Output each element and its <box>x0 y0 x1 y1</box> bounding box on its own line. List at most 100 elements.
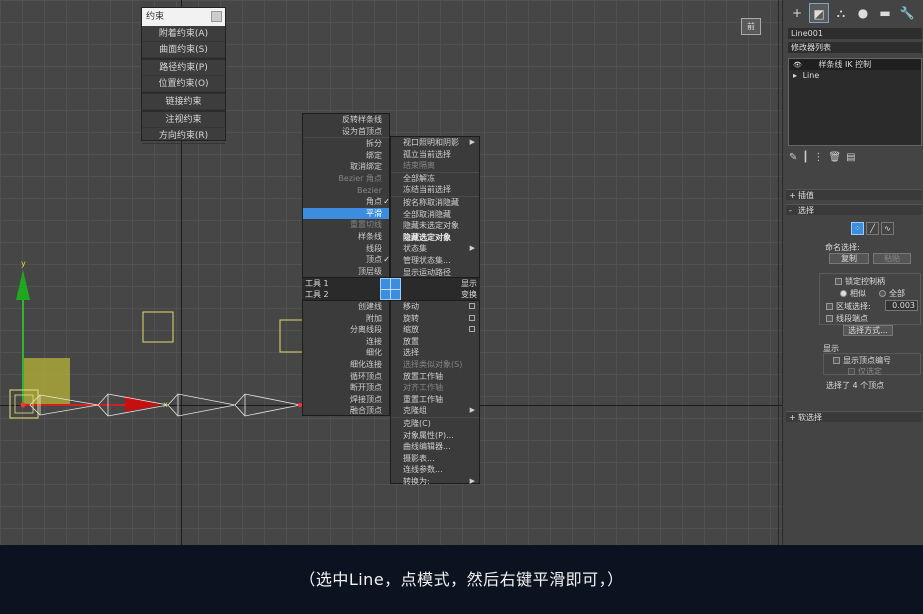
constraint-item-orientation[interactable]: 方向约束(R) <box>142 128 225 144</box>
similar-radio[interactable] <box>840 290 847 297</box>
quad-transform-item[interactable]: 放置工作轴 <box>391 371 479 383</box>
remove-modifier-icon[interactable]: 🗑 <box>828 152 841 166</box>
quad-transform-item[interactable]: 选择 <box>391 347 479 359</box>
quad-display-item[interactable]: 孤立当前选择 <box>391 149 479 161</box>
plus-icon[interactable]: + <box>787 3 807 23</box>
paste-button[interactable]: 粘贴 <box>873 253 911 264</box>
quad-transform-item[interactable]: 缩放 <box>391 324 479 336</box>
rollout-interpolation[interactable]: + 插值 <box>786 189 922 200</box>
quad-tools1-item[interactable]: 反转样条线 <box>303 114 389 126</box>
hierarchy-icon[interactable]: ⛬ <box>831 3 851 23</box>
quad-tools1-item[interactable]: Bezier 角点 <box>303 173 389 185</box>
vertex-point-1[interactable] <box>20 402 26 408</box>
stack-item-spline-ik[interactable]: 👁 样条线 IK 控制 <box>789 59 921 70</box>
constraint-item-link[interactable]: 链接约束 <box>142 94 225 110</box>
quad-display-item[interactable]: 冻结当前选择 <box>391 184 479 196</box>
quad-display-item[interactable]: 显示运动路径 <box>391 267 479 279</box>
eye-icon[interactable]: 👁 <box>793 61 802 69</box>
quad-transform-item[interactable]: 重置工作轴 <box>391 394 479 406</box>
segment-end-checkbox[interactable] <box>826 315 833 322</box>
viewport-front[interactable]: 前 y x 约束 附着约束(A) 曲面约束(S) 路径约束(P) 位置约束(O)… <box>0 0 782 545</box>
quad-transform-item[interactable]: 旋转 <box>391 313 479 325</box>
constraint-item-surface[interactable]: 曲面约束(S) <box>142 42 225 58</box>
quad-tools2-item[interactable]: 连接 <box>303 336 389 348</box>
all-radio[interactable] <box>879 290 886 297</box>
modifier-list-dropdown[interactable]: 修改器列表 <box>788 42 922 53</box>
quad-tools1-item[interactable]: 绑定 <box>303 150 389 162</box>
constraint-menu-title[interactable]: 约束 <box>142 8 225 26</box>
constraint-item-path[interactable]: 路径约束(P) <box>142 60 225 76</box>
spline-helper-2[interactable] <box>279 319 305 353</box>
quad-tools2-item[interactable]: 循环顶点 <box>303 371 389 383</box>
quad-transform-item[interactable]: 对齐工作轴 <box>391 382 479 394</box>
quad-tools2-item[interactable]: 断开顶点 <box>303 382 389 394</box>
utilities-icon[interactable]: 🔧 <box>897 3 917 23</box>
quad-transform-item[interactable]: 转换为: ▶ <box>391 476 479 488</box>
quad-display-item[interactable]: 管理状态集... <box>391 255 479 267</box>
spline-helper-1[interactable] <box>142 311 174 343</box>
object-name-field[interactable]: Line001 <box>788 28 922 39</box>
quad-transform-item[interactable]: 曲线编辑器... <box>391 441 479 453</box>
quad-tools1-item[interactable]: 样条线 <box>303 231 389 243</box>
quad-display-item[interactable]: 状态集 ▶ <box>391 243 479 255</box>
quad-tools2-item[interactable]: 焊接顶点 <box>303 394 389 406</box>
quad-tools1-item[interactable]: 平滑 <box>303 207 389 220</box>
stack-item-line[interactable]: ▸ Line <box>789 70 921 81</box>
constraint-item-attach[interactable]: 附着约束(A) <box>142 26 225 42</box>
quad-tools1-item[interactable]: 顶层级 <box>303 266 389 278</box>
display-icon[interactable]: ▬ <box>875 3 895 23</box>
copy-button[interactable]: 复制 <box>829 253 869 264</box>
quad-transform-item[interactable]: 放置 <box>391 336 479 348</box>
expand-arrow-icon[interactable]: ▸ <box>793 71 797 80</box>
quad-tools2-item[interactable]: 细化连接 <box>303 359 389 371</box>
options-box-icon[interactable] <box>469 314 475 321</box>
area-select-spinner[interactable]: 0.003 <box>885 300 918 311</box>
vertex-level-icon[interactable]: ⁘ <box>851 222 864 235</box>
quad-tools2-item[interactable]: 融合顶点 <box>303 405 389 417</box>
quad-tools1-item[interactable]: 设为首顶点 <box>303 126 389 138</box>
show-vertex-numbers-checkbox[interactable] <box>833 357 840 364</box>
quad-tools1-item[interactable]: 重置切线 <box>303 219 389 231</box>
lock-handles-checkbox[interactable] <box>835 278 842 285</box>
select-by-button[interactable]: 选择方式... <box>843 325 893 336</box>
quad-tools1-item[interactable]: 角点 ✓ <box>303 196 390 208</box>
quad-transform-item[interactable]: 移动 <box>391 301 479 313</box>
quad-tools2-item[interactable]: 附加 <box>303 313 389 325</box>
only-selected-checkbox[interactable] <box>848 368 855 375</box>
quad-display-item[interactable]: 按名称取消隐藏 <box>391 197 479 209</box>
quad-display-item[interactable]: 全部解冻 <box>391 173 479 185</box>
quad-transform-item[interactable]: 克隆组 ▶ <box>391 405 479 417</box>
quad-tools1-item[interactable]: 拆分 <box>303 138 389 150</box>
options-box-icon[interactable] <box>469 303 475 309</box>
constraint-item-position[interactable]: 位置约束(O) <box>142 76 225 92</box>
constraint-item-lookat[interactable]: 注视约束 <box>142 112 225 128</box>
rollout-selection[interactable]: - 选择 <box>786 204 922 215</box>
quad-display-item[interactable]: 视口照明和阴影 ▶ <box>391 137 479 149</box>
rollout-soft-selection[interactable]: + 软选择 <box>786 411 922 422</box>
modify-icon[interactable]: ◩ <box>809 3 829 23</box>
quad-transform-item[interactable]: 对象属性(P)... <box>391 430 479 442</box>
quad-tools2-item[interactable]: 分离线段 <box>303 324 389 336</box>
quad-display-item[interactable]: 隐藏未选定对象 <box>391 220 479 232</box>
modifier-stack[interactable]: 👁 样条线 IK 控制 ▸ Line <box>788 58 922 146</box>
quad-transform-item[interactable]: 摄影表... <box>391 453 479 465</box>
menu-close-icon[interactable] <box>211 11 222 22</box>
quad-display-item[interactable]: 隐藏选定对象 <box>391 232 479 244</box>
quad-display-item[interactable]: 结束隔离 <box>391 160 479 172</box>
options-box-icon[interactable] <box>469 326 475 333</box>
quad-tools2-item[interactable]: 细化 <box>303 347 389 359</box>
motion-icon[interactable]: ● <box>853 3 873 23</box>
segment-level-icon[interactable]: ╱ <box>866 222 879 235</box>
quad-tools1-item[interactable]: 顶点 ✓ <box>303 254 390 266</box>
quad-transform-item[interactable]: 选择类似对象(S) <box>391 359 479 371</box>
show-end-result-icon[interactable]: ┃ <box>802 152 808 166</box>
pin-icon[interactable]: ✎ <box>789 152 797 166</box>
quad-tools1-item[interactable]: 取消绑定 <box>303 161 389 173</box>
quad-display-item[interactable]: 全部取消隐藏 <box>391 209 479 221</box>
quad-transform-item[interactable]: 连线参数... <box>391 464 479 476</box>
quad-tools1-item[interactable]: 线段 <box>303 243 389 255</box>
quad-tools2-item[interactable]: 创建线 <box>303 301 389 313</box>
area-select-checkbox[interactable] <box>826 303 833 310</box>
configure-icon[interactable]: ▤ <box>846 152 855 166</box>
gizmo-y-arrow[interactable] <box>16 270 30 300</box>
